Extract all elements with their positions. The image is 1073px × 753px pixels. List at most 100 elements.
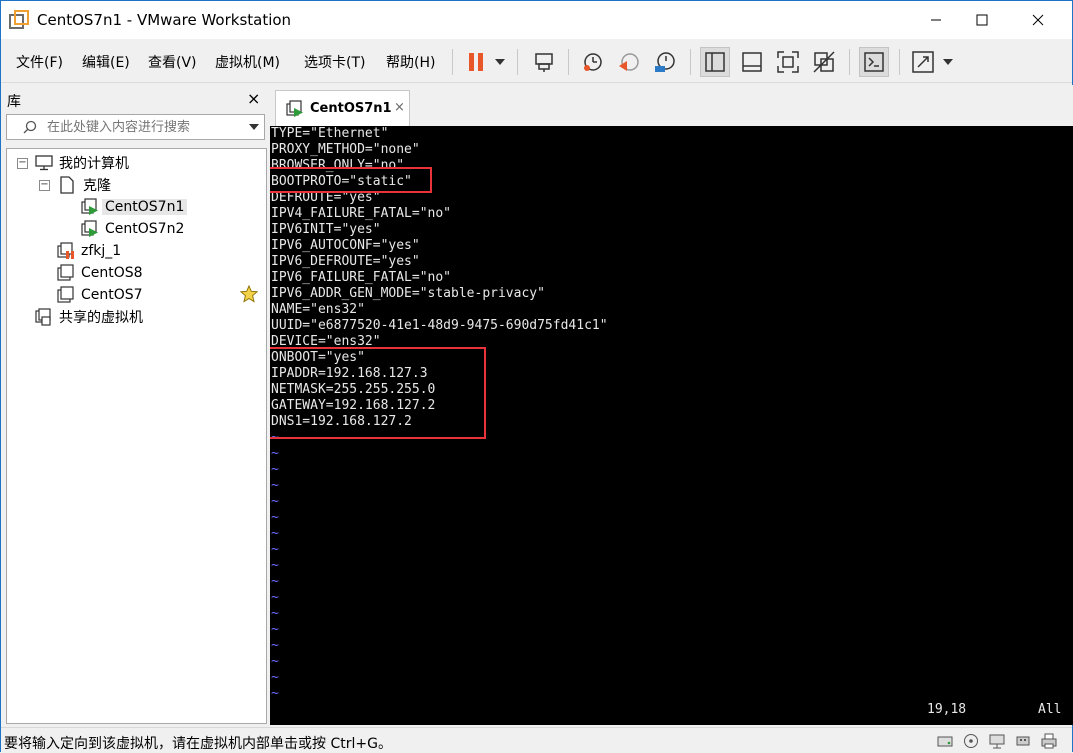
tree-item-label: CentOS8: [81, 265, 143, 281]
tree-item-centos7n1[interactable]: CentOS7n1: [81, 196, 188, 218]
vm-icon: [57, 286, 74, 303]
snapshot-take-icon: [584, 53, 602, 71]
console-line: NAME="ens32": [271, 302, 365, 317]
folder-icon: [60, 176, 74, 194]
vm-paused-icon: [57, 242, 74, 259]
snapshot-manager-icon: [655, 52, 675, 72]
console-line: IPV6_DEFROUTE="yes": [271, 254, 420, 269]
collapse-toggle[interactable]: −: [39, 180, 50, 191]
library-close-button[interactable]: ×: [247, 89, 260, 108]
cdrom-icon[interactable]: [963, 733, 979, 749]
menu-tabs[interactable]: 选项卡(T): [304, 52, 365, 72]
minimize-button[interactable]: [913, 1, 959, 39]
tree-item-my-computer[interactable]: 我的计算机: [35, 152, 129, 174]
tree-item-centos7n2[interactable]: CentOS7n2: [81, 218, 184, 240]
stretch-dropdown[interactable]: [937, 47, 959, 77]
dropdown-icon[interactable]: [249, 124, 259, 130]
console-line: PROXY_METHOD="none": [271, 142, 420, 157]
tree-item-zfkj-1[interactable]: zfkj_1: [57, 240, 121, 262]
tree-item-shared-vms[interactable]: 共享的虚拟机: [35, 306, 143, 328]
vmware-app-icon: [9, 10, 29, 29]
toolbar-separator: [690, 49, 691, 75]
close-window-button[interactable]: [1015, 1, 1061, 39]
thumbnail-bar-button[interactable]: [737, 47, 767, 77]
tree-item-label: CentOS7n1: [102, 199, 188, 215]
hdd-icon[interactable]: [937, 733, 953, 749]
view-indicator: All: [1038, 702, 1062, 717]
tab-centos7n1[interactable]: CentOS7n1 ×: [275, 90, 410, 126]
menu-view[interactable]: 查看(V): [148, 52, 197, 72]
maximize-icon: [976, 14, 988, 26]
library-view-button[interactable]: [700, 47, 730, 77]
status-text: 要将输入定向到该虚拟机，请在虚拟机内部单击或按 Ctrl+G。: [4, 736, 392, 752]
menu-file[interactable]: 文件(F): [16, 52, 63, 72]
vm-running-icon: [286, 100, 303, 117]
toolbar-separator: [452, 49, 453, 75]
console-line: TYPE="Ethernet": [271, 126, 389, 141]
power-dropdown[interactable]: [489, 47, 511, 77]
tree-item-clone-folder[interactable]: 克隆: [59, 174, 111, 196]
console-line: IPV6_AUTOCONF="yes": [271, 238, 420, 253]
console-line: IPV6_FAILURE_FATAL="no": [271, 270, 452, 285]
send-ctrl-alt-del-button[interactable]: [529, 47, 559, 77]
tree-item-centos7[interactable]: CentOS7: [57, 284, 143, 306]
pause-button[interactable]: [461, 47, 491, 77]
tree-item-label: zfkj_1: [81, 243, 122, 259]
stretch-icon: [912, 51, 934, 73]
library-search[interactable]: [6, 114, 265, 140]
console-line: IPV4_FAILURE_FATAL="no": [271, 206, 452, 221]
fullscreen-icon: [777, 51, 799, 73]
fullscreen-button[interactable]: [773, 47, 803, 77]
toolbar-separator: [899, 49, 900, 75]
favorite-star-icon[interactable]: [240, 285, 258, 303]
vm-console[interactable]: TYPE="Ethernet" PROXY_METHOD="none" BROWSE…: [270, 126, 1073, 725]
vi-tilde-line: ~: [271, 686, 279, 701]
menu-vm[interactable]: 虚拟机(M): [215, 52, 280, 72]
usb-icon[interactable]: [1015, 733, 1031, 749]
tree-item-label: CentOS7: [81, 287, 143, 303]
stretch-button[interactable]: [908, 47, 938, 77]
menu-toolbar: 文件(F) 编辑(E) 查看(V) 虚拟机(M) 选项卡(T) 帮助(H): [1, 39, 1072, 83]
maximize-button[interactable]: [959, 1, 1005, 39]
toolbar-separator: [568, 49, 569, 75]
tree-item-centos8[interactable]: CentOS8: [57, 262, 143, 284]
printer-icon[interactable]: [1041, 733, 1057, 749]
send-ctrl-alt-del-icon: [535, 53, 553, 72]
minimize-icon: [931, 19, 941, 21]
tree-item-label: 克隆: [83, 178, 111, 194]
network-icon[interactable]: [989, 733, 1005, 749]
cursor-position: 19,18: [927, 702, 967, 717]
library-view-icon: [705, 52, 725, 72]
shared-vms-icon: [35, 308, 51, 326]
library-search-input[interactable]: [47, 118, 237, 136]
vi-tilde-line: ~: [271, 670, 279, 685]
unity-icon: [813, 51, 835, 73]
vi-tilde-line: ~: [271, 654, 279, 669]
toolbar-separator: [849, 49, 850, 75]
dropdown-icon: [943, 59, 953, 65]
highlight-bootproto: [270, 167, 432, 193]
highlight-network-config: [270, 347, 486, 439]
library-title: 库: [7, 94, 21, 110]
vm-running-icon: [81, 198, 98, 215]
menu-edit[interactable]: 编辑(E): [82, 52, 130, 72]
console-line: IPV6_ADDR_GEN_MODE="stable-privacy": [271, 286, 545, 301]
tab-close-button[interactable]: ×: [394, 100, 405, 115]
tree-item-label: 共享的虚拟机: [59, 310, 143, 326]
menu-help[interactable]: 帮助(H): [386, 52, 435, 72]
snapshot-take-button[interactable]: [578, 47, 608, 77]
pause-icon: [469, 53, 483, 71]
tab-bar: CentOS7n1 ×: [272, 85, 1073, 126]
dropdown-icon: [495, 59, 505, 65]
collapse-toggle[interactable]: −: [17, 158, 28, 169]
console-view-button[interactable]: [859, 47, 889, 77]
vi-tilde-line: ~: [271, 638, 279, 653]
console-view-icon: [864, 52, 884, 72]
window-title: CentOS7n1 - VMware Workstation: [37, 11, 292, 29]
snapshot-revert-button[interactable]: [614, 47, 644, 77]
library-tree: − 我的计算机 − 克隆 CentOS7n1 CentOS7n2 zfkj_1 …: [6, 148, 267, 724]
unity-button[interactable]: [809, 47, 839, 77]
snapshot-manager-button[interactable]: [650, 47, 680, 77]
vi-tilde-line: ~: [271, 622, 279, 637]
vi-tilde-line: ~: [271, 462, 279, 477]
